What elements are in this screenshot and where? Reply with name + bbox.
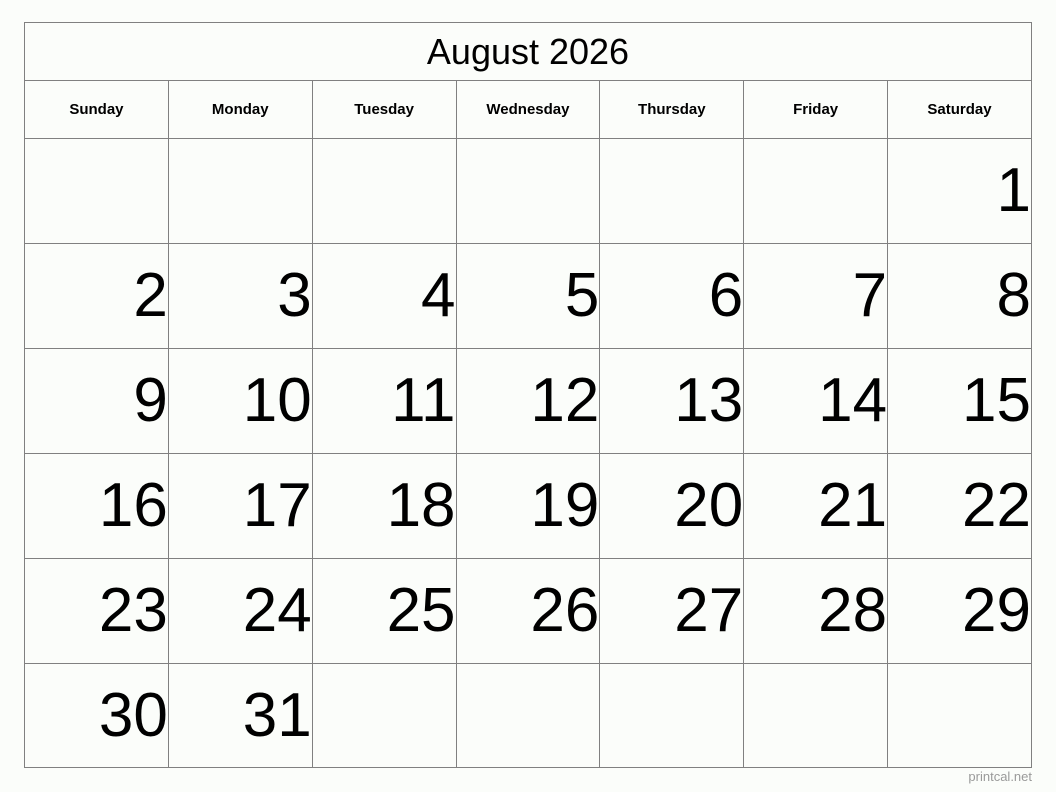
day-number: 29	[962, 576, 1031, 645]
day-cell[interactable]	[455, 663, 601, 768]
day-number: 27	[674, 576, 744, 645]
day-cell[interactable]	[24, 138, 169, 244]
day-number: 12	[530, 366, 600, 435]
day-number: 5	[564, 261, 600, 330]
day-number: 2	[133, 261, 168, 330]
day-cell[interactable]: 12	[455, 348, 601, 454]
day-cell[interactable]: 1	[887, 138, 1032, 244]
day-number: 30	[98, 680, 168, 750]
calendar-week-row: 2 3 4 5 6 7 8	[24, 243, 1032, 349]
day-cell[interactable]: 18	[311, 453, 457, 559]
day-number: 17	[242, 471, 312, 540]
day-number: 20	[674, 471, 744, 540]
day-cell[interactable]: 4	[311, 243, 457, 349]
weekday-header-saturday: Saturday	[887, 80, 1032, 139]
day-number: 24	[242, 576, 312, 645]
day-cell[interactable]	[167, 138, 313, 244]
weekday-header-monday: Monday	[167, 80, 313, 139]
day-cell[interactable]	[311, 663, 457, 768]
calendar-page: August 2026 Sunday Monday Tuesday Wednes…	[0, 0, 1056, 792]
day-cell[interactable]: 28	[743, 558, 889, 664]
day-number: 9	[133, 366, 168, 435]
day-cell[interactable]	[311, 138, 457, 244]
day-cell[interactable]	[743, 138, 889, 244]
day-cell[interactable]: 17	[167, 453, 313, 559]
calendar-week-row: 16 17 18 19 20 21 22	[24, 453, 1032, 559]
day-number: 10	[242, 366, 312, 435]
month-calendar-table: August 2026 Sunday Monday Tuesday Wednes…	[24, 22, 1032, 768]
day-cell[interactable]	[455, 138, 601, 244]
day-cell[interactable]: 26	[455, 558, 601, 664]
day-number: 4	[421, 261, 456, 330]
calendar-week-row: 30 31	[24, 663, 1032, 768]
day-number: 25	[386, 576, 456, 645]
day-cell[interactable]	[599, 663, 745, 768]
weekday-header-friday: Friday	[743, 80, 889, 139]
day-cell[interactable]: 20	[599, 453, 745, 559]
day-number: 28	[818, 576, 888, 645]
day-cell[interactable]: 6	[599, 243, 745, 349]
day-number: 6	[708, 261, 744, 330]
day-cell[interactable]: 16	[24, 453, 169, 559]
weekday-header-row: Sunday Monday Tuesday Wednesday Thursday…	[24, 80, 1032, 139]
day-number: 23	[98, 576, 168, 645]
day-cell[interactable]: 30	[24, 663, 169, 768]
day-number: 1	[996, 156, 1031, 225]
day-cell[interactable]: 11	[311, 348, 457, 454]
weekday-header-thursday: Thursday	[599, 80, 745, 139]
day-number: 7	[852, 261, 888, 330]
day-number: 3	[277, 261, 312, 330]
day-cell[interactable]: 5	[455, 243, 601, 349]
day-cell[interactable]: 8	[887, 243, 1032, 349]
day-cell[interactable]	[599, 138, 745, 244]
day-number: 15	[962, 366, 1031, 435]
day-cell[interactable]: 2	[24, 243, 169, 349]
day-number: 26	[530, 576, 600, 645]
day-cell[interactable]: 22	[887, 453, 1032, 559]
calendar-week-row: 9 10 11 12 13 14 15	[24, 348, 1032, 454]
day-cell[interactable]: 15	[887, 348, 1032, 454]
day-number: 11	[391, 366, 456, 435]
day-number: 18	[386, 471, 456, 540]
day-cell[interactable]: 9	[24, 348, 169, 454]
calendar-title-row: August 2026	[24, 22, 1032, 81]
day-number: 21	[818, 471, 888, 540]
day-cell[interactable]: 3	[167, 243, 313, 349]
day-cell[interactable]: 31	[167, 663, 313, 768]
day-cell[interactable]: 27	[599, 558, 745, 664]
weekday-header-tuesday: Tuesday	[311, 80, 457, 139]
calendar-week-row: 1	[24, 138, 1032, 244]
day-cell[interactable]: 23	[24, 558, 169, 664]
weekday-header-wednesday: Wednesday	[455, 80, 601, 139]
day-cell[interactable]: 10	[167, 348, 313, 454]
day-cell[interactable]: 21	[743, 453, 889, 559]
day-number: 22	[962, 471, 1031, 540]
day-number: 16	[98, 471, 168, 540]
calendar-title: August 2026	[24, 22, 1032, 81]
site-watermark: printcal.net	[968, 769, 1032, 784]
day-number: 14	[818, 366, 888, 435]
day-number: 19	[530, 471, 600, 540]
day-cell[interactable]: 29	[887, 558, 1032, 664]
calendar-week-row: 23 24 25 26 27 28 29	[24, 558, 1032, 664]
day-number: 13	[674, 366, 744, 435]
day-cell[interactable]	[887, 663, 1032, 768]
day-number: 31	[242, 680, 312, 750]
day-cell[interactable]: 19	[455, 453, 601, 559]
day-cell[interactable]: 7	[743, 243, 889, 349]
day-cell[interactable]: 14	[743, 348, 889, 454]
day-cell[interactable]: 24	[167, 558, 313, 664]
day-cell[interactable]: 25	[311, 558, 457, 664]
day-number: 8	[996, 261, 1031, 330]
day-cell[interactable]	[743, 663, 889, 768]
day-cell[interactable]: 13	[599, 348, 745, 454]
weekday-header-sunday: Sunday	[24, 80, 169, 139]
